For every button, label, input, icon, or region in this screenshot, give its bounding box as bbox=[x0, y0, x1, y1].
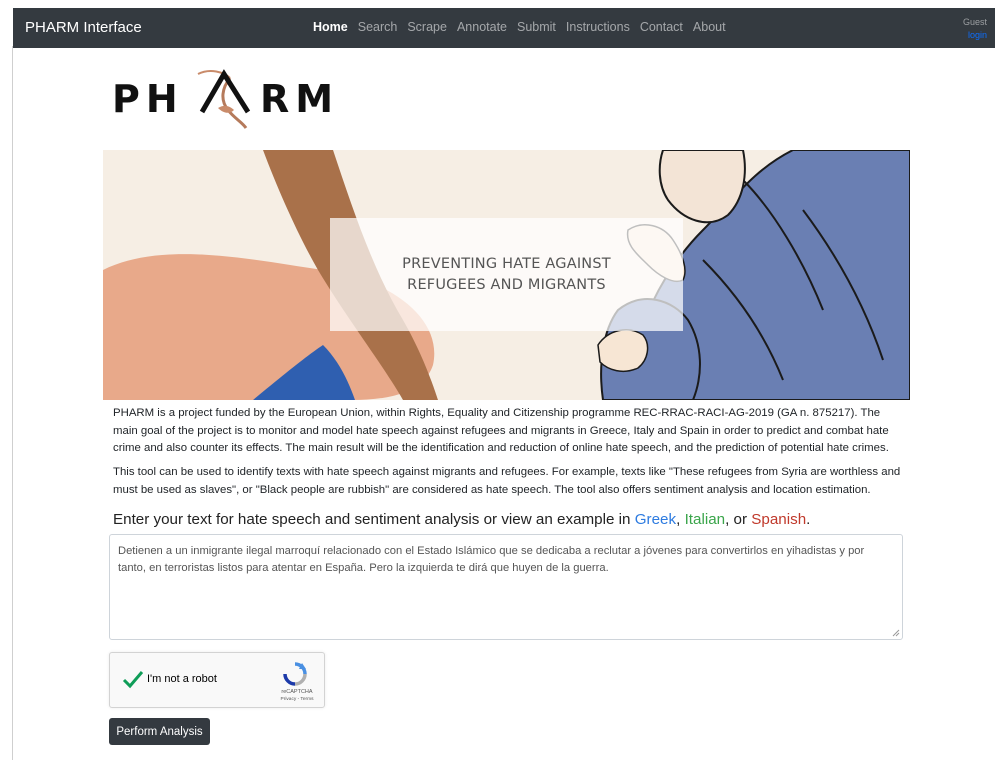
banner-tagline: PREVENTING HATE AGAINST REFUGEES AND MIG… bbox=[330, 218, 683, 331]
nav-about[interactable]: About bbox=[693, 20, 726, 34]
nav-submit[interactable]: Submit bbox=[517, 20, 556, 34]
pharm-logo: PH RM bbox=[110, 68, 350, 130]
checkmark-icon[interactable] bbox=[121, 667, 145, 691]
guest-label: Guest bbox=[962, 17, 987, 27]
nav-contact[interactable]: Contact bbox=[640, 20, 683, 34]
separator-or: , or bbox=[725, 511, 748, 528]
resize-grip-icon[interactable] bbox=[892, 629, 900, 637]
analysis-prompt: Enter your text for hate speech and sent… bbox=[113, 511, 631, 528]
intro-paragraph-1: PHARM is a project funded by the Europea… bbox=[113, 407, 889, 454]
nav-home[interactable]: Home bbox=[313, 20, 348, 34]
example-greek-link[interactable]: Greek bbox=[635, 511, 676, 528]
recaptcha-logo-icon bbox=[283, 662, 307, 686]
separator-comma: , bbox=[676, 511, 681, 528]
example-italian-link[interactable]: Italian bbox=[685, 511, 726, 528]
nav-instructions[interactable]: Instructions bbox=[566, 20, 630, 34]
analysis-text-input[interactable]: Detienen a un inmigrante ilegal marroquí… bbox=[109, 534, 903, 640]
analysis-text-value: Detienen a un inmigrante ilegal marroquí… bbox=[118, 545, 865, 574]
navbar-brand[interactable]: PHARM Interface bbox=[25, 19, 142, 36]
hero-banner: PREVENTING HATE AGAINST REFUGEES AND MIG… bbox=[103, 150, 910, 400]
login-link[interactable]: login bbox=[963, 29, 987, 42]
nav-annotate[interactable]: Annotate bbox=[457, 20, 507, 34]
analysis-heading: Enter your text for hate speech and sent… bbox=[113, 511, 810, 528]
example-spanish-link[interactable]: Spanish bbox=[751, 511, 806, 528]
top-navbar: PHARM Interface Home Search Scrape Annot… bbox=[13, 8, 995, 48]
nav-search[interactable]: Search bbox=[358, 20, 398, 34]
perform-analysis-button[interactable]: Perform Analysis bbox=[109, 718, 210, 745]
svg-text:PH: PH bbox=[112, 77, 184, 121]
recaptcha-label: I'm not a robot bbox=[147, 673, 217, 685]
intro-paragraph-2: This tool can be used to identify texts … bbox=[113, 466, 901, 496]
banner-line-2: REFUGEES AND MIGRANTS bbox=[407, 276, 606, 293]
banner-line-1: PREVENTING HATE AGAINST bbox=[402, 255, 611, 272]
recaptcha-terms-link[interactable]: Privacy - Terms bbox=[273, 696, 321, 703]
nav-scrape[interactable]: Scrape bbox=[407, 20, 447, 34]
page-border bbox=[12, 46, 13, 760]
nav-menu: Home Search Scrape Annotate Submit Instr… bbox=[313, 20, 726, 34]
separator-period: . bbox=[806, 511, 811, 528]
recaptcha-widget: I'm not a robot reCAPTCHA Privacy - Term… bbox=[109, 652, 325, 708]
recaptcha-brand: reCAPTCHA bbox=[281, 689, 313, 695]
user-status: Guest login bbox=[963, 16, 987, 42]
svg-text:RM: RM bbox=[260, 77, 339, 121]
